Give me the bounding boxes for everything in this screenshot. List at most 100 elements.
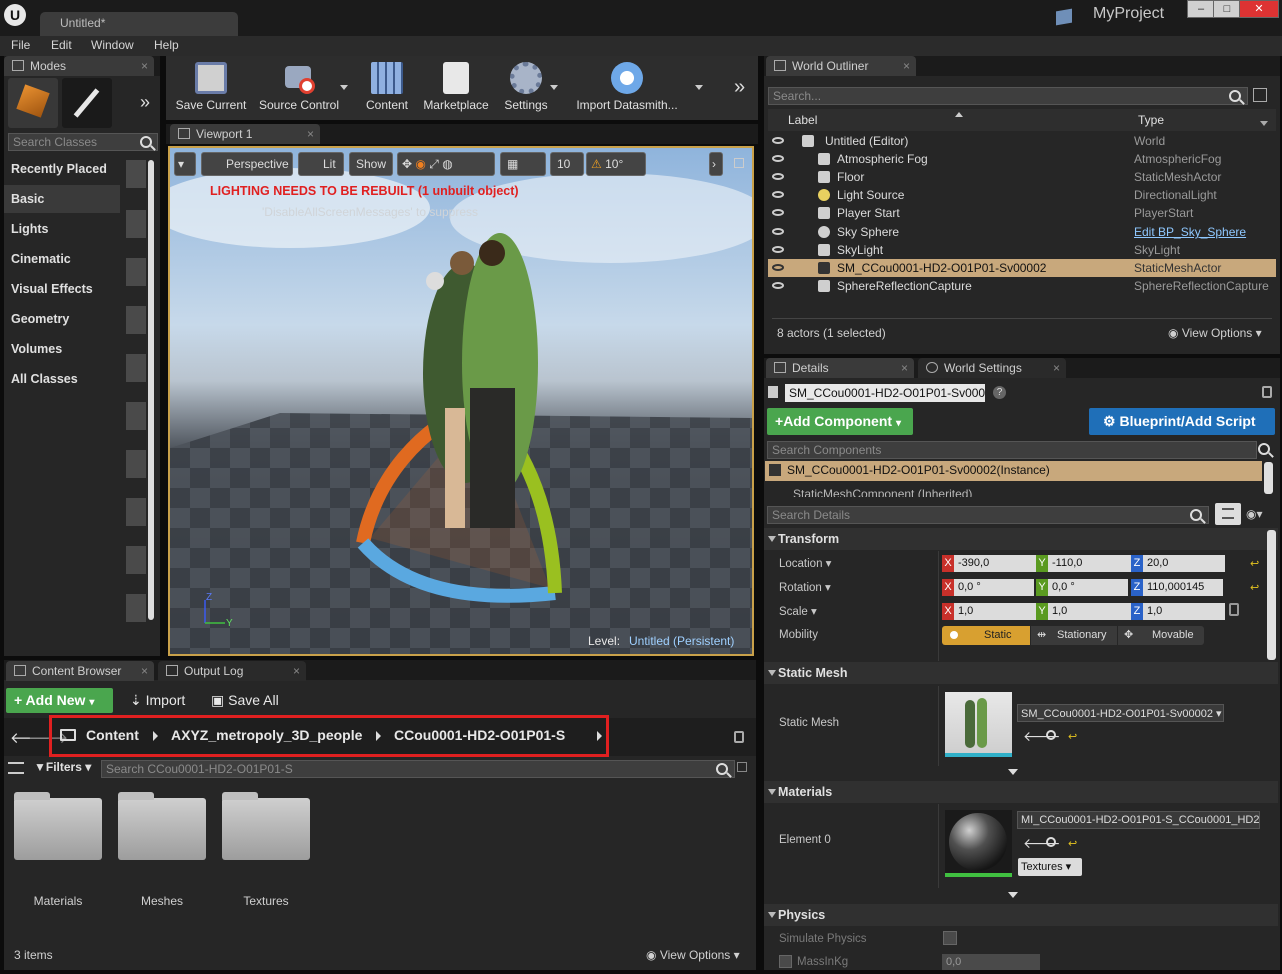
content-button[interactable]: Content bbox=[362, 62, 412, 114]
move-icon[interactable]: ✥ bbox=[402, 157, 412, 171]
search-details-input[interactable]: Search Details bbox=[767, 506, 1209, 524]
perspective-button[interactable]: Perspective bbox=[201, 152, 293, 176]
reset-mesh-icon[interactable]: ↩ bbox=[1068, 730, 1077, 743]
breadcrumb-arrow-icon[interactable] bbox=[153, 731, 158, 741]
search-components-input[interactable]: Search Components bbox=[767, 441, 1257, 459]
reset-rotation-icon[interactable]: ↩ bbox=[1250, 581, 1259, 594]
close-icon[interactable]: × bbox=[1053, 361, 1060, 375]
category-all-classes[interactable]: All Classes bbox=[4, 365, 120, 393]
close-icon[interactable]: × bbox=[141, 59, 148, 73]
outliner-view-options-button[interactable]: ◉ View Options ▾ bbox=[1168, 326, 1262, 340]
visibility-eye-icon[interactable] bbox=[772, 155, 784, 162]
textures-dropdown[interactable]: Textures ▾ bbox=[1018, 858, 1082, 876]
datasmith-dropdown-icon[interactable] bbox=[695, 85, 703, 90]
save-all-button[interactable]: ▣ Save All bbox=[211, 692, 279, 709]
folder-textures-icon[interactable] bbox=[222, 792, 310, 860]
outliner-row[interactable]: Floor StaticMeshActor bbox=[768, 168, 1276, 186]
outliner-row-world[interactable]: Untitled (Editor) World bbox=[768, 132, 1276, 150]
material-thumbnail[interactable] bbox=[945, 810, 1012, 877]
rotate-icon[interactable]: ◉ bbox=[415, 157, 425, 171]
outliner-row[interactable]: Light Source DirectionalLight bbox=[768, 186, 1276, 204]
outliner-settings-icon[interactable] bbox=[1253, 88, 1267, 102]
close-icon[interactable]: × bbox=[901, 361, 908, 375]
class-thumbnail[interactable] bbox=[126, 160, 146, 188]
col-type[interactable]: Type bbox=[1138, 113, 1164, 127]
sources-toggle-icon[interactable] bbox=[8, 762, 24, 774]
import-button[interactable]: ⇣ Import bbox=[130, 692, 185, 709]
class-thumbnail[interactable] bbox=[126, 498, 146, 526]
class-thumbnail[interactable] bbox=[126, 306, 146, 334]
mesh-thumbnail[interactable] bbox=[945, 692, 1012, 757]
breadcrumb-content[interactable]: Content bbox=[86, 727, 139, 743]
section-transform[interactable]: Transform bbox=[764, 528, 1278, 550]
visibility-eye-icon[interactable] bbox=[772, 228, 784, 235]
rotation-snap-button[interactable]: ⚠ 10° bbox=[586, 152, 646, 176]
category-recently-placed[interactable]: Recently Placed bbox=[4, 155, 120, 183]
cb-view-options-button[interactable]: ◉ View Options ▾ bbox=[646, 948, 740, 962]
more-modes-icon[interactable]: » bbox=[140, 92, 150, 113]
folder-meshes-icon[interactable] bbox=[118, 792, 206, 860]
filters-button[interactable]: ▼Filters ▾ bbox=[34, 760, 91, 774]
reset-location-icon[interactable]: ↩ bbox=[1250, 557, 1259, 570]
mass-override-checkbox[interactable] bbox=[779, 955, 792, 968]
place-mode-button[interactable] bbox=[8, 78, 58, 128]
actor-name-input[interactable]: SM_CCou0001-HD2-O01P01-Sv000 bbox=[785, 384, 985, 402]
close-icon[interactable]: × bbox=[293, 664, 300, 678]
viewport-more-button[interactable]: › bbox=[709, 152, 723, 176]
outliner-search-input[interactable]: Search... bbox=[768, 87, 1248, 105]
close-icon[interactable]: × bbox=[141, 664, 148, 678]
minimize-button[interactable]: – bbox=[1187, 0, 1215, 18]
category-geometry[interactable]: Geometry bbox=[4, 305, 120, 333]
simulate-physics-checkbox[interactable] bbox=[943, 931, 957, 945]
maximize-viewport-icon[interactable] bbox=[734, 158, 744, 168]
browse-icon[interactable] bbox=[1046, 730, 1056, 740]
mobility-static-button[interactable]: Static bbox=[942, 626, 1030, 645]
mobility-movable-button[interactable]: ✥ Movable bbox=[1118, 626, 1204, 645]
class-thumbnail[interactable] bbox=[126, 402, 146, 430]
col-label[interactable]: Label bbox=[788, 113, 817, 127]
tab-output-log[interactable]: Output Log × bbox=[158, 661, 306, 681]
menu-help[interactable]: Help bbox=[154, 38, 179, 52]
document-tab[interactable]: Untitled* bbox=[40, 12, 238, 36]
outliner-row[interactable]: Player Start PlayerStart bbox=[768, 204, 1276, 222]
viewport-canvas[interactable]: Z Y LIGHTING NEEDS TO BE REBUILT (1 unbu… bbox=[168, 146, 754, 656]
class-thumbnail[interactable] bbox=[126, 258, 146, 286]
tab-content-browser[interactable]: Content Browser × bbox=[6, 661, 154, 681]
mobility-stationary-button[interactable]: ⇹ Stationary bbox=[1031, 626, 1117, 645]
details-visibility-icon[interactable]: ◉▾ bbox=[1246, 507, 1263, 521]
edit-blueprint-link[interactable]: Edit BP_Sky_Sphere bbox=[1134, 225, 1246, 239]
class-thumbnail[interactable] bbox=[126, 546, 146, 574]
outliner-row[interactable]: SphereReflectionCapture SphereReflection… bbox=[768, 277, 1276, 295]
rotation-label[interactable]: Rotation ▾ bbox=[779, 580, 831, 594]
visibility-eye-icon[interactable] bbox=[772, 282, 784, 289]
help-icon[interactable]: ? bbox=[993, 386, 1006, 399]
category-volumes[interactable]: Volumes bbox=[4, 335, 120, 363]
close-icon[interactable]: × bbox=[307, 127, 314, 141]
location-label[interactable]: Location ▾ bbox=[779, 556, 831, 570]
more-toolbar-icon[interactable]: » bbox=[734, 76, 745, 99]
section-physics[interactable]: Physics bbox=[764, 904, 1278, 926]
property-matrix-button[interactable] bbox=[1215, 503, 1241, 525]
search-classes-input[interactable]: Search Classes bbox=[8, 133, 158, 151]
source-control-dropdown-icon[interactable] bbox=[340, 85, 348, 90]
browse-icon[interactable] bbox=[1046, 837, 1056, 847]
add-component-button[interactable]: +Add Component ▾ bbox=[767, 408, 913, 435]
visibility-eye-icon[interactable] bbox=[772, 137, 784, 144]
paint-mode-button[interactable] bbox=[62, 78, 112, 128]
settings-button[interactable]: Settings bbox=[502, 62, 550, 114]
section-static-mesh[interactable]: Static Mesh bbox=[764, 662, 1278, 684]
static-mesh-combo[interactable]: SM_CCou0001-HD2-O01P01-Sv00002 ▾ bbox=[1017, 704, 1224, 722]
transform-tools[interactable]: ✥ ◉ ⤢ ◍ bbox=[397, 152, 495, 176]
mass-field[interactable]: 0,0 bbox=[942, 954, 1040, 970]
visibility-eye-icon[interactable] bbox=[772, 246, 784, 253]
material-combo[interactable]: MI_CCou0001-HD2-O01P01-S_CCou0001_HD2 bbox=[1017, 811, 1260, 829]
tab-modes[interactable]: Modes × bbox=[4, 56, 154, 76]
menu-file[interactable]: File bbox=[11, 38, 30, 52]
lock-scale-icon[interactable] bbox=[1229, 603, 1239, 616]
lock-icon[interactable] bbox=[1262, 386, 1272, 398]
class-thumbnail[interactable] bbox=[126, 594, 146, 622]
show-button[interactable]: Show bbox=[349, 152, 393, 176]
menu-window[interactable]: Window bbox=[91, 38, 134, 52]
breadcrumb-axyz[interactable]: AXYZ_metropoly_3D_people bbox=[171, 727, 362, 743]
category-lights[interactable]: Lights bbox=[4, 215, 120, 243]
